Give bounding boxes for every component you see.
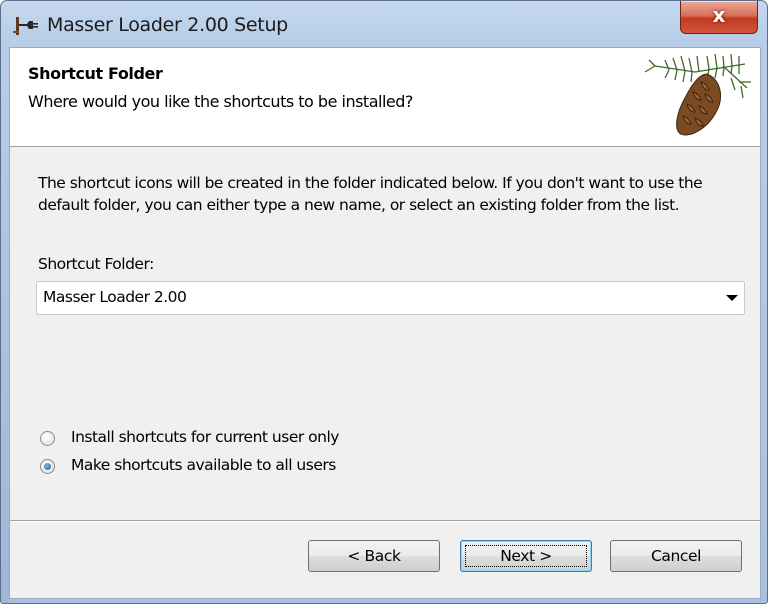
window-frame-left (1, 47, 9, 603)
radio-label-all-users[interactable]: Make shortcuts available to all users (71, 456, 336, 474)
setup-plug-icon (13, 17, 38, 35)
back-button-label: < Back (347, 547, 401, 565)
page-title: Shortcut Folder (28, 64, 163, 83)
next-button[interactable]: Next > (460, 540, 592, 572)
cancel-button[interactable]: Cancel (610, 540, 742, 572)
radio-label-current-user[interactable]: Install shortcuts for current user only (71, 428, 339, 446)
back-button[interactable]: < Back (308, 540, 440, 572)
wizard-header: Shortcut Folder Where would you like the… (10, 48, 760, 147)
close-button[interactable]: x (680, 1, 758, 34)
shortcut-folder-combobox[interactable]: Masser Loader 2.00 (36, 281, 745, 315)
pine-cone-icon (644, 53, 751, 136)
cancel-button-label: Cancel (650, 547, 702, 565)
shortcut-folder-value: Masser Loader 2.00 (43, 288, 187, 306)
next-button-label: Next > (500, 547, 552, 565)
setup-window: Masser Loader 2.00 Setup x Shortcut Fold… (0, 0, 768, 604)
chevron-down-icon[interactable] (726, 295, 738, 301)
instructions-text: The shortcut icons will be created in th… (38, 174, 703, 214)
footer-separator (10, 520, 760, 522)
close-icon: x (712, 3, 726, 27)
shortcut-folder-label: Shortcut Folder: (38, 255, 154, 273)
page-subtitle: Where would you like the shortcuts to be… (28, 92, 413, 111)
window-title: Masser Loader 2.00 Setup (47, 14, 288, 36)
radio-button-current-user[interactable] (40, 431, 55, 446)
title-bar[interactable]: Masser Loader 2.00 Setup x (1, 1, 767, 47)
wizard-client-area: Shortcut Folder Where would you like the… (9, 47, 761, 599)
radio-button-all-users[interactable] (40, 459, 55, 474)
